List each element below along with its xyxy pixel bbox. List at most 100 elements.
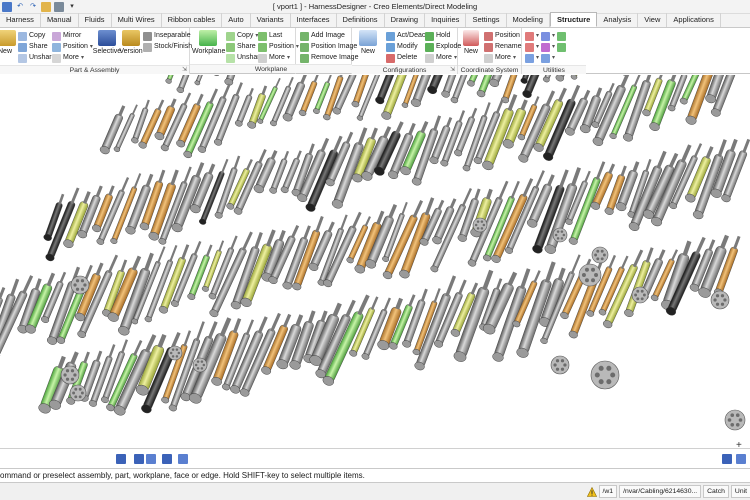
connector-housing[interactable] [724, 409, 746, 431]
harness-part[interactable] [165, 75, 179, 84]
inseparable-button[interactable]: Inseparable [143, 31, 191, 41]
harness-part[interactable] [570, 75, 594, 80]
tab-settings[interactable]: Settings [466, 13, 507, 27]
mirror-button[interactable]: Mirror [52, 31, 81, 41]
new-coord-button[interactable]: New [458, 30, 484, 56]
undo-icon[interactable]: ↶ [15, 2, 25, 12]
share-part-button[interactable]: Share [18, 42, 48, 52]
select-filter-icon[interactable] [116, 454, 126, 464]
rename-coord-button[interactable]: Rename [484, 42, 521, 52]
more-wp-button[interactable]: More ▾ [258, 53, 290, 63]
tab-manual[interactable]: Manual [41, 13, 79, 27]
chevron-down-icon: ▾ [552, 55, 556, 61]
workplane-button[interactable]: Workplane [192, 30, 225, 56]
tab-ribbon-cables[interactable]: Ribbon cables [162, 13, 223, 27]
view-front-icon[interactable] [134, 454, 144, 464]
tab-structure[interactable]: Structure [549, 12, 598, 27]
tab-fluids[interactable]: Fluids [79, 13, 112, 27]
connector-housing[interactable] [60, 365, 80, 385]
utility-info-button[interactable]: ▾ ▾ [525, 53, 555, 63]
dialog-launcher-icon[interactable]: ⇲ [182, 66, 187, 73]
tab-harness[interactable]: Harness [0, 13, 41, 27]
view-top-icon[interactable] [146, 454, 156, 464]
position-wp-button[interactable]: Position ▾ [258, 42, 299, 52]
connector-housing[interactable] [552, 227, 568, 243]
harness-part[interactable] [619, 75, 648, 77]
harness-parts-layer[interactable] [0, 75, 750, 431]
connector-housing[interactable] [70, 275, 90, 295]
remove-image-button[interactable]: Remove Image [300, 53, 358, 63]
new-config-button[interactable]: New [354, 30, 382, 56]
tab-applications[interactable]: Applications [667, 13, 721, 27]
harness-part[interactable] [212, 75, 228, 77]
harness-parts-view[interactable] [0, 75, 750, 448]
utility-dimension-button[interactable]: ▾ ▾ [525, 31, 567, 41]
view-fit-icon[interactable] [178, 454, 188, 464]
connector-housing[interactable] [550, 355, 570, 375]
view-iso-icon[interactable] [162, 454, 172, 464]
add-viewport-icon[interactable]: + [736, 441, 746, 451]
open-icon[interactable] [41, 1, 51, 12]
status-catch[interactable]: Catch [703, 485, 729, 498]
modify-config-button[interactable]: Modify [386, 42, 418, 52]
more-coord-button[interactable]: More ▾ [484, 53, 516, 63]
tab-multi-wires[interactable]: Multi Wires [112, 13, 162, 27]
harness-part[interactable] [650, 143, 695, 228]
connector-housing[interactable] [710, 290, 730, 310]
zoom-icon[interactable] [722, 454, 732, 464]
tab-inquiries[interactable]: Inquiries [425, 13, 467, 27]
tab-modeling[interactable]: Modeling [507, 13, 550, 27]
connector-housing[interactable] [578, 263, 602, 287]
stock-finish-button[interactable]: Stock/Finish [143, 42, 192, 52]
connector-housing[interactable] [69, 384, 87, 402]
harness-part[interactable] [194, 75, 212, 86]
redo-icon[interactable]: ↷ [28, 2, 38, 12]
viewport[interactable] [0, 75, 750, 448]
connector-housing[interactable] [472, 217, 488, 233]
tab-view[interactable]: View [638, 13, 668, 27]
status-workplane[interactable]: /w1 [598, 485, 618, 498]
more-part-button[interactable]: More ▾ [52, 53, 84, 63]
connector-housing[interactable] [590, 360, 620, 390]
position-coord-button[interactable]: Position [484, 31, 520, 41]
add-image-button[interactable]: Add Image [300, 31, 345, 41]
group-label-utilities: Utilities [522, 65, 586, 74]
dialog-launcher-icon[interactable]: ⇲ [450, 66, 455, 73]
customize-icon[interactable]: ▾ [67, 2, 77, 12]
connector-housing[interactable] [591, 246, 609, 264]
connector-housing[interactable] [192, 357, 208, 373]
save-icon[interactable] [2, 1, 12, 12]
version-button[interactable]: Version [116, 30, 146, 56]
warning-icon[interactable] [586, 486, 597, 497]
tab-definitions[interactable]: Definitions [337, 13, 385, 27]
harness-part[interactable] [555, 75, 583, 82]
more-config-button[interactable]: More ▾ [425, 53, 457, 63]
connector-housing[interactable] [631, 286, 649, 304]
unshare-part-button[interactable]: Unshare [18, 53, 55, 63]
status-units[interactable]: Unit [730, 485, 750, 498]
position-part-button[interactable]: Position ▾ [52, 42, 93, 52]
position-image-button[interactable]: Position Image [300, 42, 357, 52]
stock-finish-label: Stock/Finish [154, 43, 193, 50]
print-icon[interactable] [54, 1, 64, 12]
explode-button[interactable]: Explode [425, 42, 461, 52]
tab-auto[interactable]: Auto [222, 13, 251, 27]
utility-measure-button[interactable]: ▾ ▾ [525, 42, 567, 52]
last-button[interactable]: Last [258, 31, 282, 41]
tab-drawing[interactable]: Drawing [385, 13, 426, 27]
connector-housing[interactable] [167, 345, 183, 361]
harness-part[interactable] [542, 75, 569, 83]
harness-part[interactable] [224, 75, 246, 86]
pan-icon[interactable] [736, 454, 746, 464]
copy-part-button[interactable]: Copy [18, 31, 45, 41]
tab-interfaces[interactable]: Interfaces [291, 13, 337, 27]
tab-analysis[interactable]: Analysis [597, 13, 639, 27]
share-wp-button[interactable]: Share [226, 42, 256, 52]
tab-variants[interactable]: Variants [251, 13, 291, 27]
hold-button[interactable]: Hold [425, 31, 450, 41]
status-part-path[interactable]: /nvar/Cabling/6214630... [619, 485, 702, 498]
copy-wp-button[interactable]: Copy ▾ [226, 31, 258, 41]
harness-part[interactable] [413, 274, 459, 371]
harness-part[interactable] [176, 75, 197, 94]
delete-config-button[interactable]: Delete [386, 53, 417, 63]
